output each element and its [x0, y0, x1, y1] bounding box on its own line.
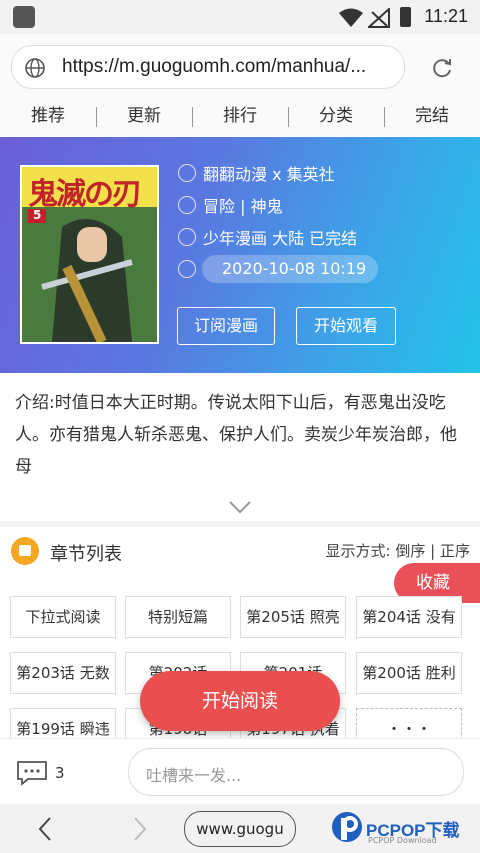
update-date: 2020-10-08 10:19	[222, 259, 367, 278]
comic-tags: 少年漫画 大陆 已完结	[203, 229, 358, 248]
battery-icon	[400, 7, 411, 27]
tab-url-pill[interactable]: www.guogu	[184, 811, 296, 847]
tag-icon	[178, 196, 196, 214]
chapter-item[interactable]: 下拉式阅读	[10, 596, 116, 638]
chapter-list-icon	[11, 537, 39, 565]
start-watching-button[interactable]: 开始观看	[296, 307, 396, 345]
sort-options: 显示方式: 倒序 | 正序	[326, 540, 470, 561]
wifi-icon	[339, 8, 363, 27]
chapter-item[interactable]: 第204话 没有	[356, 596, 462, 638]
chapter-item[interactable]: 第203话 无数	[10, 652, 116, 694]
comic-genre: 冒险 | 神鬼	[203, 197, 283, 216]
comic-author: 翻翻动漫 x 集英社	[203, 165, 335, 184]
tab-categories[interactable]: 分类	[288, 98, 384, 136]
tab-updates[interactable]: 更新	[96, 98, 192, 136]
tag-icon	[178, 228, 196, 246]
sort-separator: |	[425, 542, 440, 560]
watermark-sub: PCPOP Download	[368, 836, 437, 845]
comic-cover: 鬼滅の刃 5	[20, 165, 159, 344]
clock: 11:21	[424, 6, 468, 26]
cover-volume: 5	[33, 208, 42, 222]
notification-icon	[13, 6, 35, 28]
comment-icon[interactable]	[16, 760, 48, 786]
chapter-item[interactable]: 第200话 胜利	[356, 652, 462, 694]
comment-placeholder: 吐槽来一发...	[146, 766, 242, 785]
cover-title: 鬼滅の刃	[28, 177, 142, 212]
divider	[0, 521, 480, 527]
sort-desc[interactable]: 倒序	[395, 542, 425, 560]
tab-ranking[interactable]: 排行	[192, 98, 288, 136]
subscribe-button[interactable]: 订阅漫画	[177, 307, 275, 345]
url-text[interactable]: https://m.guoguomh.com/manhua/...	[62, 56, 402, 78]
start-reading-button[interactable]: 开始阅读	[140, 671, 340, 731]
sort-label: 显示方式:	[325, 542, 396, 560]
chapter-item[interactable]: 第205话 照亮	[240, 596, 346, 638]
category-nav: 推荐 更新 排行 分类 完结	[0, 98, 480, 136]
globe-icon	[25, 58, 45, 78]
forward-icon[interactable]	[131, 816, 149, 842]
refresh-icon[interactable]	[430, 56, 454, 80]
tab-completed[interactable]: 完结	[384, 98, 480, 136]
chapter-item[interactable]: 特别短篇	[125, 596, 231, 638]
pcpop-logo-icon	[332, 812, 362, 842]
back-icon[interactable]	[36, 816, 54, 842]
author-icon	[178, 164, 196, 182]
signal-icon	[368, 8, 390, 28]
clock-icon	[178, 260, 196, 278]
sort-asc[interactable]: 正序	[440, 542, 470, 560]
comment-count: 3	[55, 764, 65, 782]
chevron-down-icon[interactable]	[228, 500, 252, 514]
chapter-list-title: 章节列表	[50, 544, 122, 565]
tab-recommend[interactable]: 推荐	[0, 98, 96, 136]
comic-intro: 介绍:时值日本大正时期。传说太阳下山后，有恶鬼出没吃人。亦有猎鬼人斩杀恶鬼、保护…	[15, 393, 457, 477]
